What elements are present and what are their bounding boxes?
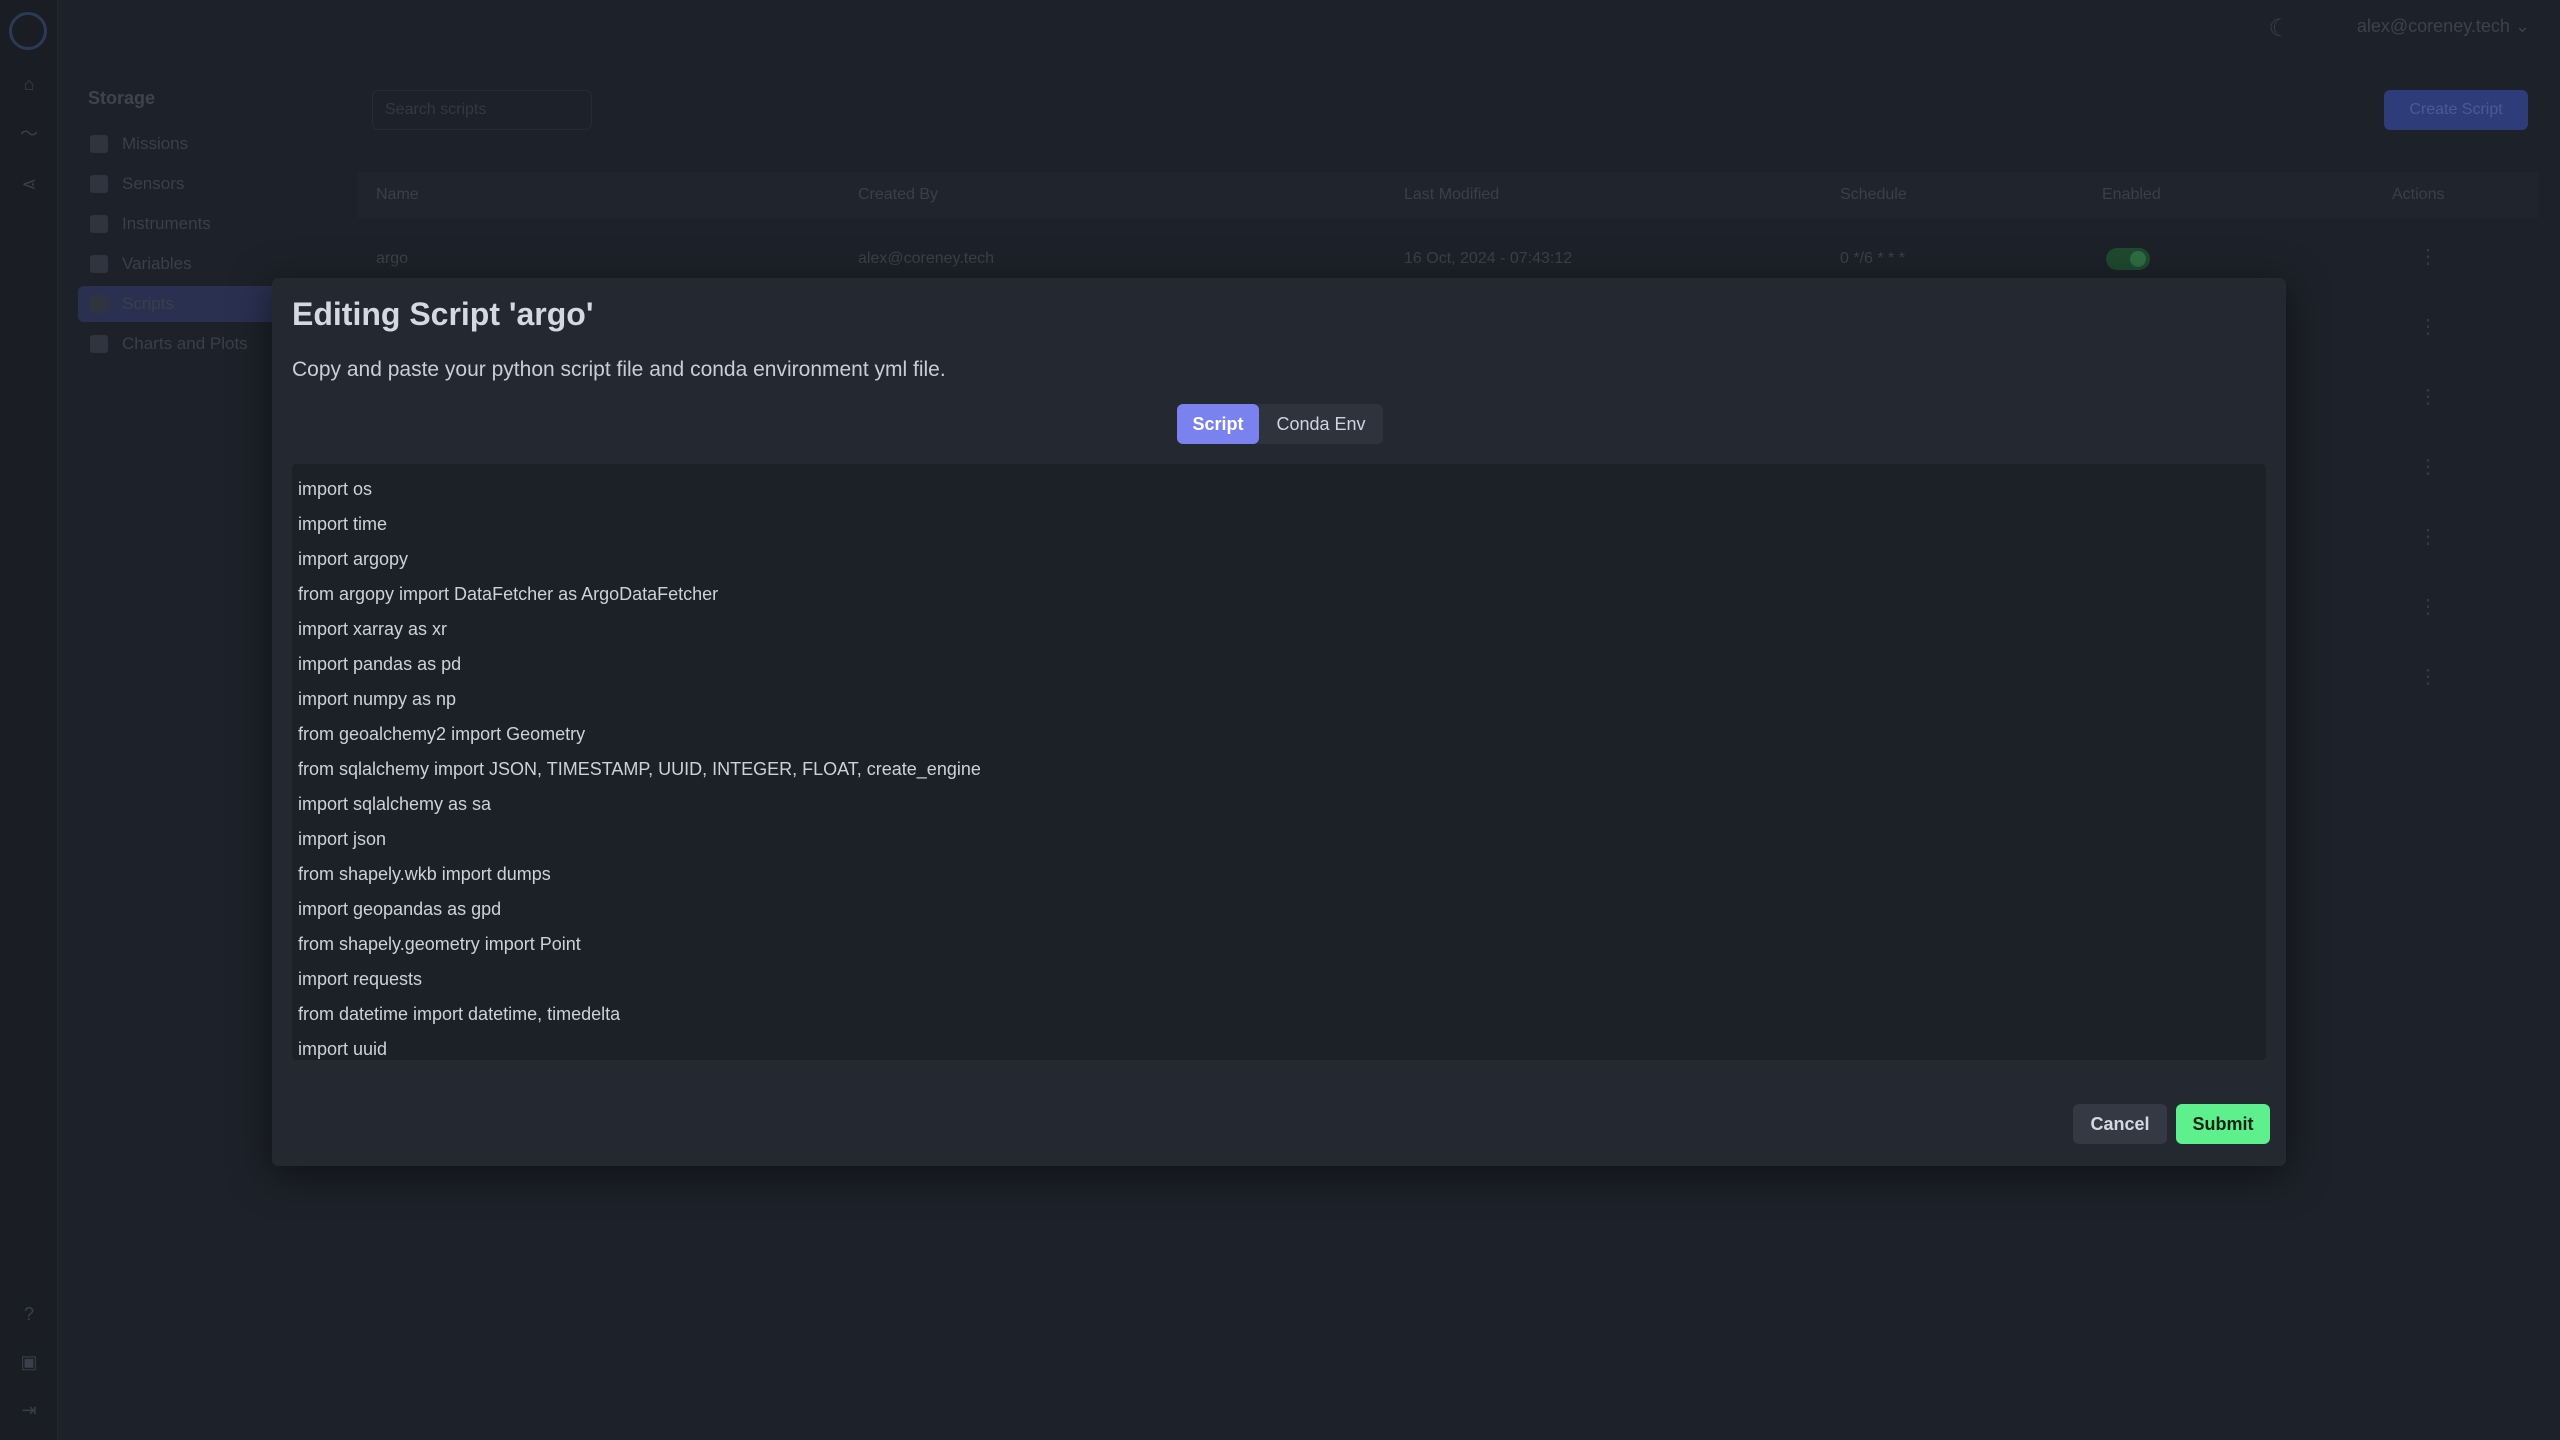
- code-icon: [90, 295, 108, 313]
- enabled-toggle[interactable]: [2106, 248, 2150, 270]
- cancel-button[interactable]: Cancel: [2073, 1104, 2167, 1144]
- modal-title: Editing Script 'argo': [292, 296, 594, 332]
- sidebar-item-sensors[interactable]: Sensors: [78, 166, 338, 202]
- code-line[interactable]: import json: [292, 822, 2266, 857]
- more-options-icon[interactable]: ⋮: [2418, 594, 2438, 619]
- code-line[interactable]: from shapely.geometry import Point: [292, 927, 2266, 962]
- grid-icon: [90, 255, 108, 273]
- icon-rail: ⌂ 〜 ⋖ ? ▣ ⇥: [0, 0, 58, 1440]
- code-line[interactable]: import numpy as np: [292, 682, 2266, 717]
- more-options-icon[interactable]: ⋮: [2418, 244, 2438, 269]
- create-script-button[interactable]: Create Script: [2384, 90, 2528, 130]
- sidebar-item-label: Missions: [122, 134, 189, 153]
- code-line[interactable]: from sqlalchemy import JSON, TIMESTAMP, …: [292, 752, 2266, 787]
- home-icon[interactable]: ⌂: [19, 74, 39, 94]
- help-icon[interactable]: ?: [19, 1304, 39, 1324]
- sidebar-item-missions[interactable]: Missions: [78, 126, 338, 162]
- column-header: Schedule: [1840, 186, 1907, 203]
- more-options-icon[interactable]: ⋮: [2418, 454, 2438, 479]
- row-name: argo: [376, 250, 409, 267]
- more-options-icon[interactable]: ⋮: [2418, 384, 2438, 409]
- editor-tabs: Script Conda Env: [1177, 404, 1383, 444]
- column-header: Enabled: [2102, 186, 2161, 203]
- sidebar-item-instruments[interactable]: Instruments: [78, 206, 338, 242]
- tab-conda-env[interactable]: Conda Env: [1259, 404, 1383, 444]
- wrench-icon: [90, 175, 108, 193]
- sidebar-item-label: Variables: [122, 254, 192, 273]
- sidebar-item-label: Instruments: [122, 214, 211, 233]
- activity-icon[interactable]: 〜: [19, 124, 39, 144]
- code-line[interactable]: import argopy: [292, 542, 2266, 577]
- code-line[interactable]: from shapely.wkb import dumps: [292, 857, 2266, 892]
- app-root: ⌂ 〜 ⋖ ? ▣ ⇥ Storage Missions Sensors Ins…: [0, 0, 2560, 1440]
- code-line[interactable]: import uuid: [292, 1032, 2266, 1060]
- sidebar-section-title: Storage: [88, 88, 156, 108]
- box-icon: [90, 135, 108, 153]
- tab-script[interactable]: Script: [1177, 404, 1259, 444]
- table-header: Name Created By Last Modified Schedule E…: [358, 172, 2538, 218]
- column-header: Last Modified: [1404, 186, 1500, 203]
- sidebar-item-variables[interactable]: Variables: [78, 246, 338, 282]
- user-email: alex@coreney.tech: [2356, 16, 2510, 36]
- more-options-icon[interactable]: ⋮: [2418, 314, 2438, 339]
- chart-icon: [90, 215, 108, 233]
- code-line[interactable]: from argopy import DataFetcher as ArgoDa…: [292, 577, 2266, 612]
- sidebar-item-label: Sensors: [122, 174, 185, 193]
- more-options-icon[interactable]: ⋮: [2418, 524, 2438, 549]
- column-header: Actions: [2392, 186, 2445, 203]
- sidebar-item-label: Scripts: [122, 294, 174, 313]
- code-line[interactable]: from datetime import datetime, timedelta: [292, 997, 2266, 1032]
- code-line[interactable]: import sqlalchemy as sa: [292, 787, 2266, 822]
- column-header: Created By: [858, 186, 939, 203]
- more-options-icon[interactable]: ⋮: [2418, 664, 2438, 689]
- settings-icon[interactable]: ▣: [19, 1352, 39, 1372]
- row-created-by: alex@coreney.tech: [858, 250, 995, 267]
- row-schedule: 0 */6 * * *: [1840, 250, 1905, 267]
- app-logo[interactable]: [9, 12, 47, 50]
- user-menu[interactable]: alex@coreney.tech ⌄: [2357, 16, 2530, 37]
- line-chart-icon: [90, 335, 108, 353]
- logout-icon[interactable]: ⇥: [19, 1400, 39, 1420]
- code-line[interactable]: from geoalchemy2 import Geometry: [292, 717, 2266, 752]
- sidebar-item-label: Charts and Plots: [122, 334, 248, 353]
- row-last-modified: 16 Oct, 2024 - 07:43:12: [1404, 250, 1573, 267]
- code-line[interactable]: import geopandas as gpd: [292, 892, 2266, 927]
- code-line[interactable]: import xarray as xr: [292, 612, 2266, 647]
- share-icon[interactable]: ⋖: [19, 174, 39, 194]
- moon-icon[interactable]: ☾: [2268, 14, 2290, 43]
- column-header: Name: [376, 186, 419, 203]
- code-line[interactable]: import os: [292, 472, 2266, 507]
- code-line[interactable]: import time: [292, 507, 2266, 542]
- edit-script-modal: Editing Script 'argo' Copy and paste you…: [272, 278, 2286, 1166]
- code-line[interactable]: import requests: [292, 962, 2266, 997]
- modal-description: Copy and paste your python script file a…: [292, 358, 946, 381]
- search-input[interactable]: Search scripts: [372, 90, 592, 130]
- submit-button[interactable]: Submit: [2176, 1104, 2270, 1144]
- code-line[interactable]: import pandas as pd: [292, 647, 2266, 682]
- script-editor[interactable]: import os import time import argopy from ar…: [292, 464, 2266, 1060]
- top-bar: ☾ alex@coreney.tech ⌄: [358, 0, 2560, 60]
